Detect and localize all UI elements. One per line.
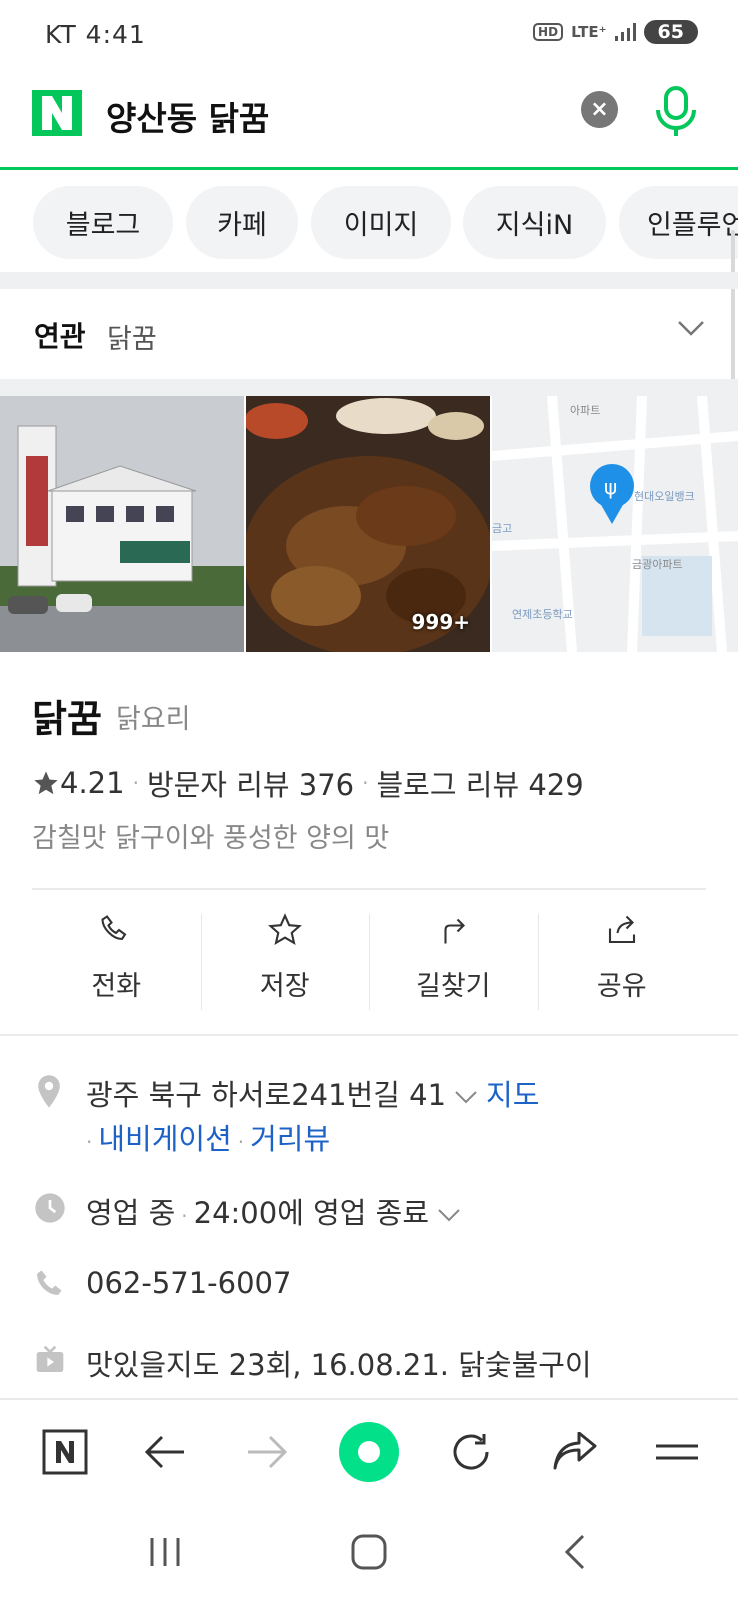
map-label: 금광아파트 (632, 558, 683, 571)
address-line: 광주 북구 하서로241번길 41 지도 (86, 1072, 539, 1114)
street-view-link[interactable]: 거리뷰 (250, 1122, 330, 1156)
recent-apps-button[interactable] (130, 1504, 200, 1600)
action-bar: 전화 저장 길찾기 공유 (32, 912, 706, 1012)
status-icons: HD LTE⁺ 65 (533, 20, 698, 44)
forward-button[interactable] (232, 1400, 302, 1504)
location-pin-icon (38, 1075, 60, 1108)
navigation-link[interactable]: 내비게이션 (98, 1122, 231, 1156)
arrow-right-icon (248, 1435, 288, 1469)
tab-blog[interactable]: 블로그 (33, 186, 173, 259)
home-icon (351, 1534, 387, 1570)
naver-n-icon (42, 1429, 88, 1475)
map-link[interactable]: 지도 (486, 1078, 539, 1112)
call-button[interactable]: 전화 (32, 912, 201, 1012)
svg-text:ψ: ψ (604, 475, 617, 499)
chevron-left-icon (564, 1534, 585, 1570)
hours-line: 영업 중 · 24:00에 영업 종료 (86, 1190, 469, 1232)
star-filled-icon (34, 771, 58, 795)
food-photo[interactable]: 999+ (246, 396, 490, 652)
map-label: 금고 (492, 522, 512, 535)
share-label: 공유 (596, 971, 647, 1002)
hd-icon: HD (533, 23, 564, 41)
save-button[interactable]: 저장 (200, 912, 370, 1012)
chevron-down-icon[interactable] (676, 319, 706, 337)
rating-row: 4.21 · 방문자 리뷰 376 · 블로그 리뷰 429 (32, 762, 584, 804)
share-button[interactable]: 공유 (537, 912, 707, 1012)
photo-strip: 999+ ψ 아파트 현대오일뱅크 금광아파트 연제초등학교 금고 (0, 396, 738, 652)
system-back-button[interactable] (540, 1504, 610, 1600)
close-icon[interactable]: × (581, 91, 618, 128)
clock-icon (35, 1193, 65, 1223)
share-page-button[interactable] (540, 1400, 610, 1504)
tab-cafe[interactable]: 카페 (186, 186, 298, 259)
green-dot-icon (339, 1422, 399, 1482)
divider (0, 1034, 738, 1036)
home-button[interactable] (334, 1504, 404, 1600)
arrow-left-icon (144, 1435, 184, 1469)
map-label: 연제초등학교 (512, 608, 573, 621)
restaurant-exterior-photo[interactable] (0, 396, 244, 652)
phone-icon (101, 915, 127, 941)
naver-home-button[interactable] (30, 1400, 100, 1504)
address-text: 광주 북구 하서로241번길 41 (86, 1078, 447, 1112)
tab-images[interactable]: 이미지 (311, 186, 451, 259)
tv-icon (36, 1345, 64, 1372)
refresh-icon (453, 1434, 489, 1470)
search-input[interactable]: 양산동 닭꿈 (106, 92, 269, 140)
battery-icon: 65 (643, 20, 698, 44)
related-label: 연관 (34, 320, 86, 353)
lte-icon: LTE⁺ (571, 23, 607, 41)
tab-kin[interactable]: 지식iN (463, 186, 606, 259)
divider (32, 888, 706, 890)
map-thumbnail[interactable]: ψ 아파트 현대오일뱅크 금광아파트 연제초등학교 금고 (492, 396, 738, 652)
related-searches[interactable]: 연관 닭꿈 (0, 289, 738, 379)
save-label: 저장 (259, 971, 310, 1002)
map-label: 현대오일뱅크 (634, 489, 695, 503)
green-dot-button[interactable] (334, 1400, 404, 1504)
recent-apps-icon (150, 1538, 180, 1566)
photo-count-badge: 999+ (411, 610, 470, 634)
naver-logo[interactable] (32, 90, 82, 136)
place-name[interactable]: 닭꿈 (32, 688, 102, 743)
status-bar: KT 4:41 HD LTE⁺ 65 (0, 0, 738, 72)
rating-value: 4.21 (60, 766, 125, 800)
chevron-down-icon[interactable] (437, 1208, 461, 1222)
star-icon (267, 913, 302, 946)
share-icon (608, 915, 635, 944)
address-links: · 내비게이션 · 거리뷰 (86, 1122, 331, 1156)
menu-button[interactable] (642, 1400, 712, 1504)
place-category: 닭요리 (116, 704, 191, 735)
directions-button[interactable]: 길찾기 (369, 912, 538, 1012)
share-arrow-icon (553, 1432, 597, 1470)
closing-time: 24:00에 영업 종료 (193, 1196, 430, 1230)
search-bar: 양산동 닭꿈 × (0, 72, 738, 170)
related-term[interactable]: 닭꿈 (107, 317, 157, 356)
hamburger-icon (656, 1444, 698, 1460)
mic-icon[interactable] (654, 84, 698, 138)
back-button[interactable] (130, 1400, 200, 1504)
signal-icon (614, 23, 636, 41)
chevron-down-icon[interactable] (454, 1090, 478, 1104)
place-description: 감칠맛 닭구이와 풍성한 양의 맛 (32, 823, 390, 854)
phone-icon (37, 1270, 62, 1295)
phone-number[interactable]: 062-571-6007 (86, 1266, 291, 1300)
section-gap (0, 379, 738, 396)
directions-label: 길찾기 (415, 971, 491, 1002)
call-label: 전화 (91, 971, 142, 1002)
carrier-time: KT 4:41 (45, 20, 146, 49)
system-navigation (0, 1504, 738, 1600)
browser-toolbar (0, 1400, 738, 1504)
visitor-reviews[interactable]: 방문자 리뷰 376 (147, 762, 354, 804)
section-gap (0, 272, 738, 289)
tab-influencer[interactable]: 인플루언 (619, 186, 738, 259)
open-status: 영업 중 (86, 1196, 176, 1230)
refresh-button[interactable] (436, 1400, 506, 1504)
blog-reviews[interactable]: 블로그 리뷰 429 (377, 762, 584, 804)
directions-icon (444, 918, 466, 944)
map-label: 아파트 (570, 404, 600, 417)
tv-appearance: 맛있을지도 23회, 16.08.21. 닭숯불구이 (86, 1348, 592, 1382)
search-tabs: 블로그 카페 이미지 지식iN 인플루언 (0, 170, 738, 270)
